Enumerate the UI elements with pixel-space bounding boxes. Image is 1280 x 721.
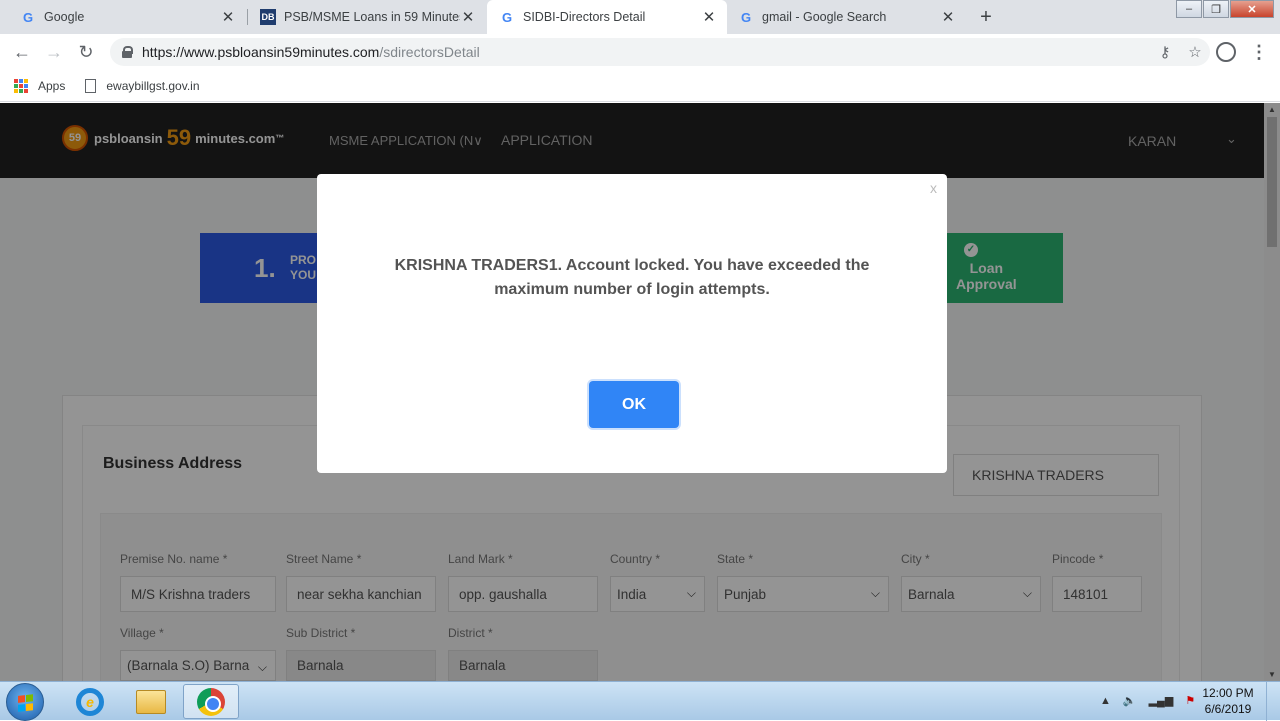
restore-button[interactable]: ❐ [1203, 0, 1229, 18]
forward-arrow-icon[interactable]: → [42, 40, 66, 64]
tab-gmail-search[interactable]: G gmail - Google Search ✕ [728, 0, 966, 34]
page-icon [85, 78, 97, 93]
address-bar[interactable]: https://www.psbloansin59minutes.com/sdir… [110, 38, 1210, 66]
bookmarks-bar: Apps ewaybillgst.gov.in [0, 70, 1280, 102]
volume-icon[interactable]: 🔈 [1123, 694, 1137, 707]
minimize-button[interactable]: ‒ [1176, 0, 1202, 18]
google-favicon-icon: G [740, 9, 752, 25]
tab-title: PSB/MSME Loans in 59 Minutes: [284, 10, 460, 24]
close-tab-icon[interactable]: ✕ [701, 8, 717, 26]
taskbar-chrome[interactable] [183, 684, 239, 719]
alert-dialog: x KRISHNA TRADERS1. Account locked. You … [317, 174, 947, 473]
network-signal-icon[interactable]: ▂▄▆ [1149, 694, 1174, 707]
tab-google[interactable]: G Google ✕ [0, 0, 246, 34]
bookmark-apps[interactable]: Apps [38, 79, 65, 93]
tab-psb-loans[interactable]: DB PSB/MSME Loans in 59 Minutes: ✕ [248, 0, 486, 34]
clock-date: 6/6/2019 [1204, 702, 1252, 716]
bookmark-star-icon[interactable]: ☆ [1180, 43, 1210, 61]
close-tab-icon[interactable]: ✕ [220, 8, 236, 26]
window-controls: ‒ ❐ ✕ [1175, 0, 1274, 18]
reload-icon[interactable]: ↻ [74, 40, 98, 64]
tab-strip: G Google ✕ DB PSB/MSME Loans in 59 Minut… [0, 0, 1280, 34]
windows-logo-icon [18, 694, 34, 712]
window-close-button[interactable]: ✕ [1230, 0, 1274, 18]
back-arrow-icon[interactable]: ← [10, 40, 34, 64]
internet-explorer-icon: e [76, 687, 104, 716]
url-host: https://www.psbloansin59minutes.com [142, 44, 380, 60]
clock-time: 12:00 PM [1202, 686, 1254, 700]
start-button[interactable] [6, 683, 44, 721]
apps-grid-icon [14, 78, 28, 93]
dialog-close-button[interactable]: x [930, 180, 937, 196]
lock-icon [122, 46, 133, 58]
tab-sidbi-directors[interactable]: G SIDBI-Directors Detail ✕ [487, 0, 727, 34]
db-favicon-icon: DB [260, 9, 276, 25]
tab-title: gmail - Google Search [762, 10, 887, 24]
system-clock[interactable]: 12:00 PM 6/6/2019 [1198, 685, 1258, 717]
show-desktop-button[interactable] [1266, 682, 1280, 721]
menu-dots-icon[interactable]: ⋮ [1250, 40, 1268, 64]
taskbar-internet-explorer[interactable]: e [62, 684, 118, 719]
close-tab-icon[interactable]: ✕ [940, 8, 956, 26]
new-tab-button[interactable]: + [972, 4, 1000, 30]
profile-icon[interactable] [1216, 42, 1236, 62]
dialog-message: KRISHNA TRADERS1. Account locked. You ha… [394, 257, 870, 298]
url-path: /sdirectorsDetail [379, 44, 480, 60]
close-tab-icon[interactable]: ✕ [460, 8, 476, 26]
folder-icon [136, 689, 166, 714]
google-favicon-icon: G [22, 9, 34, 25]
google-favicon-icon: G [501, 9, 513, 25]
ok-button[interactable]: OK [589, 381, 679, 428]
tab-title: Google [44, 10, 85, 24]
bookmark-ewaybill[interactable]: ewaybillgst.gov.in [106, 79, 199, 93]
tray-expand-icon[interactable]: ▲ [1100, 695, 1111, 707]
windows-taskbar: e ▲ 🔈 ▂▄▆ ⚑ 12:00 PM 6/6/2019 [0, 681, 1280, 721]
toolbar: ← → ↻ https://www.psbloansin59minutes.co… [0, 34, 1280, 70]
chrome-icon [197, 687, 225, 716]
system-tray: ▲ 🔈 ▂▄▆ ⚑ [1100, 694, 1207, 708]
taskbar-file-explorer[interactable] [123, 684, 179, 719]
action-center-flag-icon[interactable]: ⚑ [1185, 694, 1195, 707]
key-icon[interactable]: ⚷ [1150, 43, 1180, 61]
tab-title: SIDBI-Directors Detail [523, 10, 646, 24]
